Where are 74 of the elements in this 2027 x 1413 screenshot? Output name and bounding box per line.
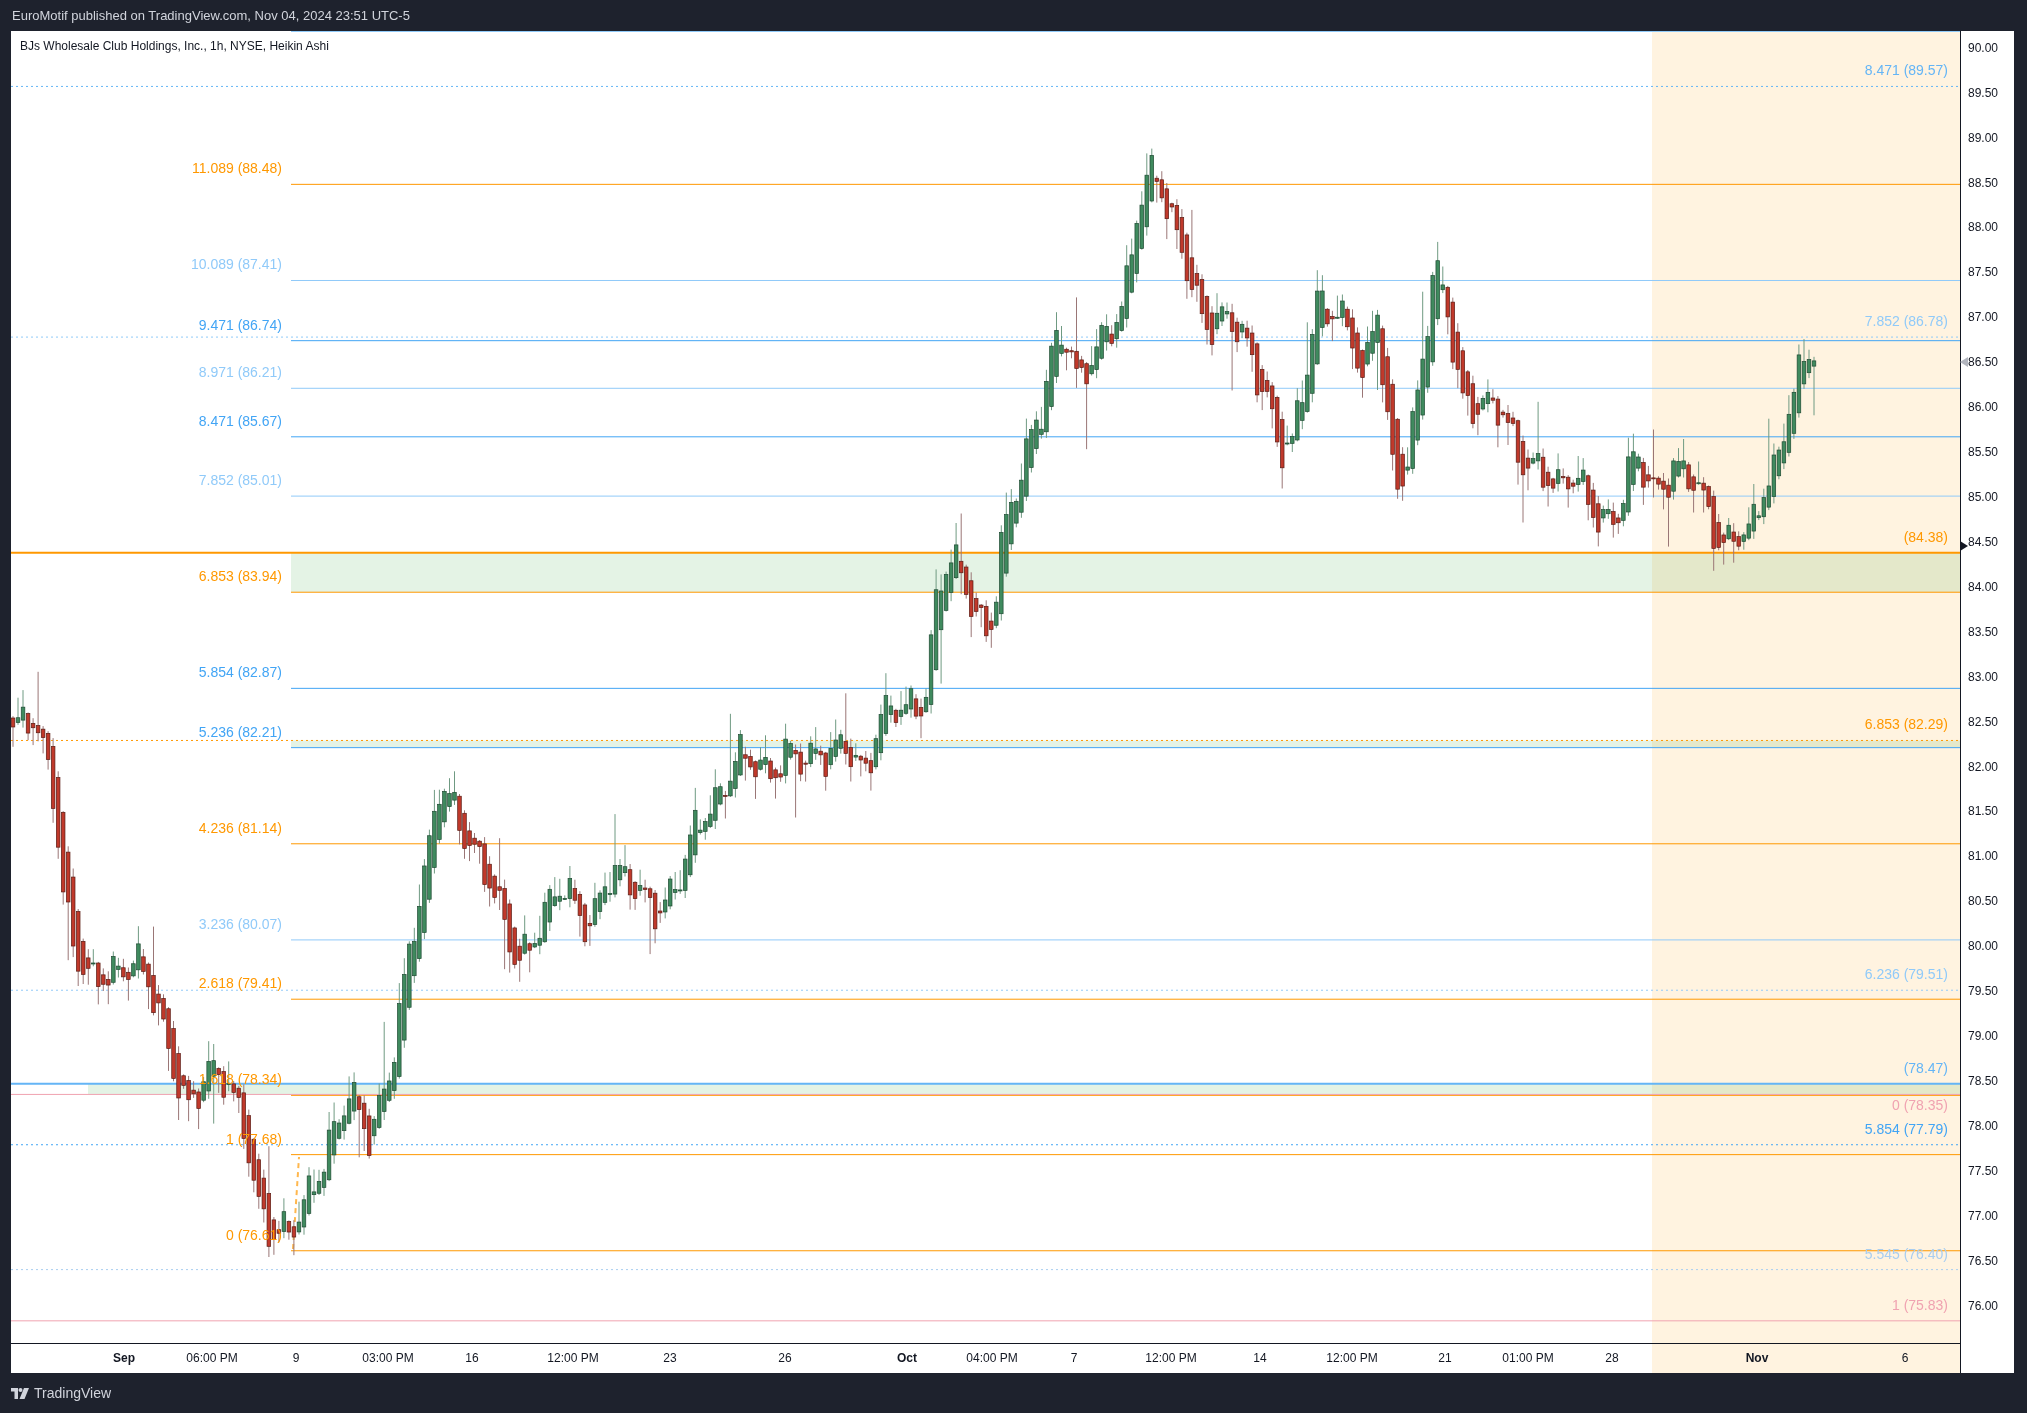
price-axis-label: 85.00 [1968,490,1999,504]
price-axis-label: 80.00 [1968,939,1999,954]
time-axis-label: 12:00 PM [547,1351,599,1365]
time-axis-label: Oct [897,1351,917,1365]
fib-level-label: 3.236 (80.07) [198,915,282,932]
price-axis-label: 84.50 [1968,534,1999,549]
fib-level-label: 9.471 (86.74) [198,316,282,333]
time-axis-label: 21 [1438,1351,1452,1365]
time-axis-label: 03:00 PM [362,1351,414,1365]
fib-level-label: 0 (78.35) [1891,1097,1948,1114]
fib-level-label: 6.236 (79.51) [1864,966,1948,983]
logo-icon [11,1387,29,1399]
fib-level-label: (78.47) [1903,1059,1948,1076]
time-axis-label: 06:00 PM [186,1351,238,1365]
price-axis-label: 82.50 [1968,714,1999,729]
fib-level-label: 7.852 (85.01) [198,472,282,489]
time-axis-label: 04:00 PM [966,1351,1018,1365]
fib-level-label: 11.089 (88.48) [191,160,282,177]
price-axis-label: 76.50 [1968,1253,1999,1268]
price-axis-label: 88.00 [1968,220,1999,235]
time-axis-label: 28 [1605,1351,1619,1365]
time-axis-label: 14 [1253,1351,1267,1365]
price-axis-label: 79.00 [1968,1029,1999,1044]
time-axis-label: 23 [663,1351,677,1365]
fib-level-label: 6.853 (82.29) [1864,716,1948,733]
time-axis-label: Sep [113,1351,135,1365]
price-axis-label: 82.00 [1968,759,1999,774]
price-axis-label: 78.50 [1968,1073,1999,1088]
time-axis-label: 12:00 PM [1326,1351,1378,1365]
fib-level-label: 8.471 (85.67) [198,412,282,429]
fib-level-label: 7.852 (86.78) [1864,313,1948,330]
time-axis-label: 01:00 PM [1502,1351,1554,1365]
price-axis-label: 83.00 [1968,669,1999,684]
chart-legend-text: BJs Wholesale Club Holdings, Inc., 1h, NYSE, Heikin Ashi [20,39,329,53]
price-axis-label: 83.50 [1968,624,1999,639]
time-axis-label: 26 [778,1351,792,1365]
time-axis-label: 12:00 PM [1145,1351,1197,1365]
price-axis-label: 84.00 [1968,579,1999,594]
time-axis-label: 7 [1070,1351,1078,1365]
price-axis-label: 79.50 [1968,984,1999,999]
price-axis-label: 90.00 [1968,40,1999,55]
fib-level-label: 8.971 (86.21) [198,364,282,381]
time-axis-label: 6 [1901,1351,1909,1365]
price-axis-label: 81.00 [1968,849,1999,864]
fib-level-label: 5.236 (82.21) [198,723,282,740]
fib-level-label: 4.236 (81.14) [198,819,282,836]
fib-level-label: 5.854 (82.87) [198,664,282,681]
price-axis-label: 77.00 [1968,1208,1999,1223]
price-axis-label: 89.00 [1968,130,1999,145]
fib-level-label: 8.471 (89.57) [1864,62,1948,79]
fib-level-label: (84.38) [1903,528,1948,545]
price-axis-label: 87.00 [1968,310,1999,325]
fib-level-label: 5.854 (77.79) [1864,1120,1948,1137]
fib-level-label: 2.618 (79.41) [198,975,282,992]
price-axis-label: 81.50 [1968,804,1999,819]
time-axis-label: 16 [465,1351,479,1365]
triangle-pointer-icon [1960,357,1968,368]
price-axis-label: 86.50 [1968,355,1999,370]
fib-level-label: 6.853 (83.94) [198,568,282,585]
price-axis-label: 76.00 [1968,1298,1999,1313]
price-axis-label: 87.50 [1968,265,1999,280]
fib-level-label: 1 (75.83) [1891,1296,1948,1313]
time-axis-label: Nov [1745,1351,1769,1365]
price-axis-label: 88.50 [1968,175,1999,190]
fib-level-label: 10.089 (87.41) [190,256,282,273]
price-axis-label: 86.00 [1968,400,1999,415]
publication-info-text: EuroMotif published on TradingView.com, Nov 04, 2024 23:51 UTC-5 [12,8,410,23]
price-axis-label: 85.50 [1968,445,1999,460]
price-axis-label: 77.50 [1968,1163,1999,1178]
brand-name-text: TradingView [34,1385,112,1401]
time-axis-label: 9 [292,1351,300,1365]
price-axis-label: 80.50 [1968,894,1999,909]
price-axis-label: 78.00 [1968,1118,1999,1133]
price-axis-label: 89.50 [1968,85,1999,100]
